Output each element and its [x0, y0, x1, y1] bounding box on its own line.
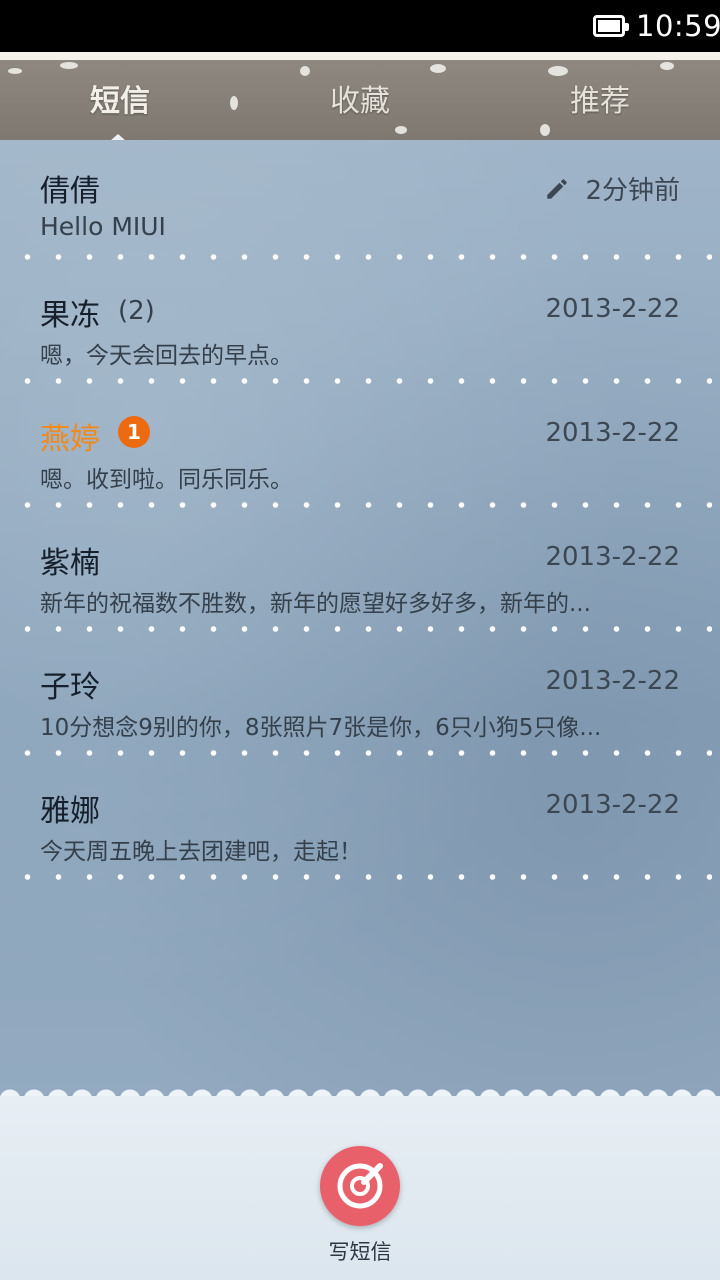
contact-name: 燕婷 — [40, 422, 100, 457]
conversation-row[interactable]: 燕婷 1 2013-2-22 嗯。收到啦。同乐同乐。 — [0, 388, 720, 512]
message-time: 2013-2-22 — [545, 666, 680, 696]
message-time: 2分钟前 — [585, 176, 680, 206]
message-time: 2013-2-22 — [545, 294, 680, 324]
message-time: 2013-2-22 — [545, 790, 680, 820]
tab-recommended[interactable]: 推荐 — [570, 76, 630, 120]
message-snippet: 10分想念9别的你，8张照片7张是你，6只小狗5只像... — [40, 715, 602, 741]
row-divider — [12, 378, 712, 384]
message-time: 2013-2-22 — [545, 542, 680, 572]
contact-name: 果冻 — [40, 298, 100, 333]
compose-button[interactable] — [320, 1146, 400, 1226]
message-snippet: 新年的祝福数不胜数，新年的愿望好多好多，新年的... — [40, 591, 591, 617]
tab-sms[interactable]: 短信 — [90, 76, 150, 120]
unread-badge: 1 — [118, 416, 150, 448]
contact-name: 雅娜 — [40, 794, 100, 829]
row-divider — [12, 874, 712, 880]
conversation-row[interactable]: 紫楠 2013-2-22 新年的祝福数不胜数，新年的愿望好多好多，新年的... — [0, 512, 720, 636]
row-divider — [12, 750, 712, 756]
compose-label[interactable]: 写短信 — [0, 1236, 720, 1266]
contact-name: 倩倩 — [40, 174, 100, 209]
message-time: 2013-2-22 — [545, 418, 680, 448]
contact-name: 子玲 — [40, 670, 100, 705]
compose-icon — [337, 1163, 383, 1209]
tab-bar: 短信 收藏 推荐 — [0, 52, 720, 148]
battery-icon — [593, 15, 629, 37]
row-divider — [12, 626, 712, 632]
draft-pencil-icon — [547, 179, 567, 199]
tab-favorites[interactable]: 收藏 — [330, 76, 390, 120]
message-snippet: 嗯，今天会回去的早点。 — [40, 343, 293, 369]
contact-name: 紫楠 — [40, 546, 100, 581]
conversation-list[interactable]: 倩倩 2分钟前 Hello MIUI 果冻 (2) 2013-2-22 嗯，今天… — [0, 140, 720, 1100]
conversation-row[interactable]: 子玲 2013-2-22 10分想念9别的你，8张照片7张是你，6只小狗5只像.… — [0, 636, 720, 760]
status-time: 10:59 — [636, 9, 720, 43]
message-snippet: Hello MIUI — [40, 212, 166, 241]
conversation-row[interactable]: 倩倩 2分钟前 Hello MIUI — [0, 140, 720, 264]
message-count: (2) — [118, 296, 155, 326]
message-snippet: 今天周五晚上去团建吧，走起！ — [40, 839, 362, 865]
row-divider — [12, 254, 712, 260]
message-snippet: 嗯。收到啦。同乐同乐。 — [40, 467, 293, 493]
row-divider — [12, 502, 712, 508]
conversation-row[interactable]: 果冻 (2) 2013-2-22 嗯，今天会回去的早点。 — [0, 264, 720, 388]
conversation-row[interactable]: 雅娜 2013-2-22 今天周五晚上去团建吧，走起！ — [0, 760, 720, 884]
status-bar: 10:59 — [0, 0, 720, 52]
